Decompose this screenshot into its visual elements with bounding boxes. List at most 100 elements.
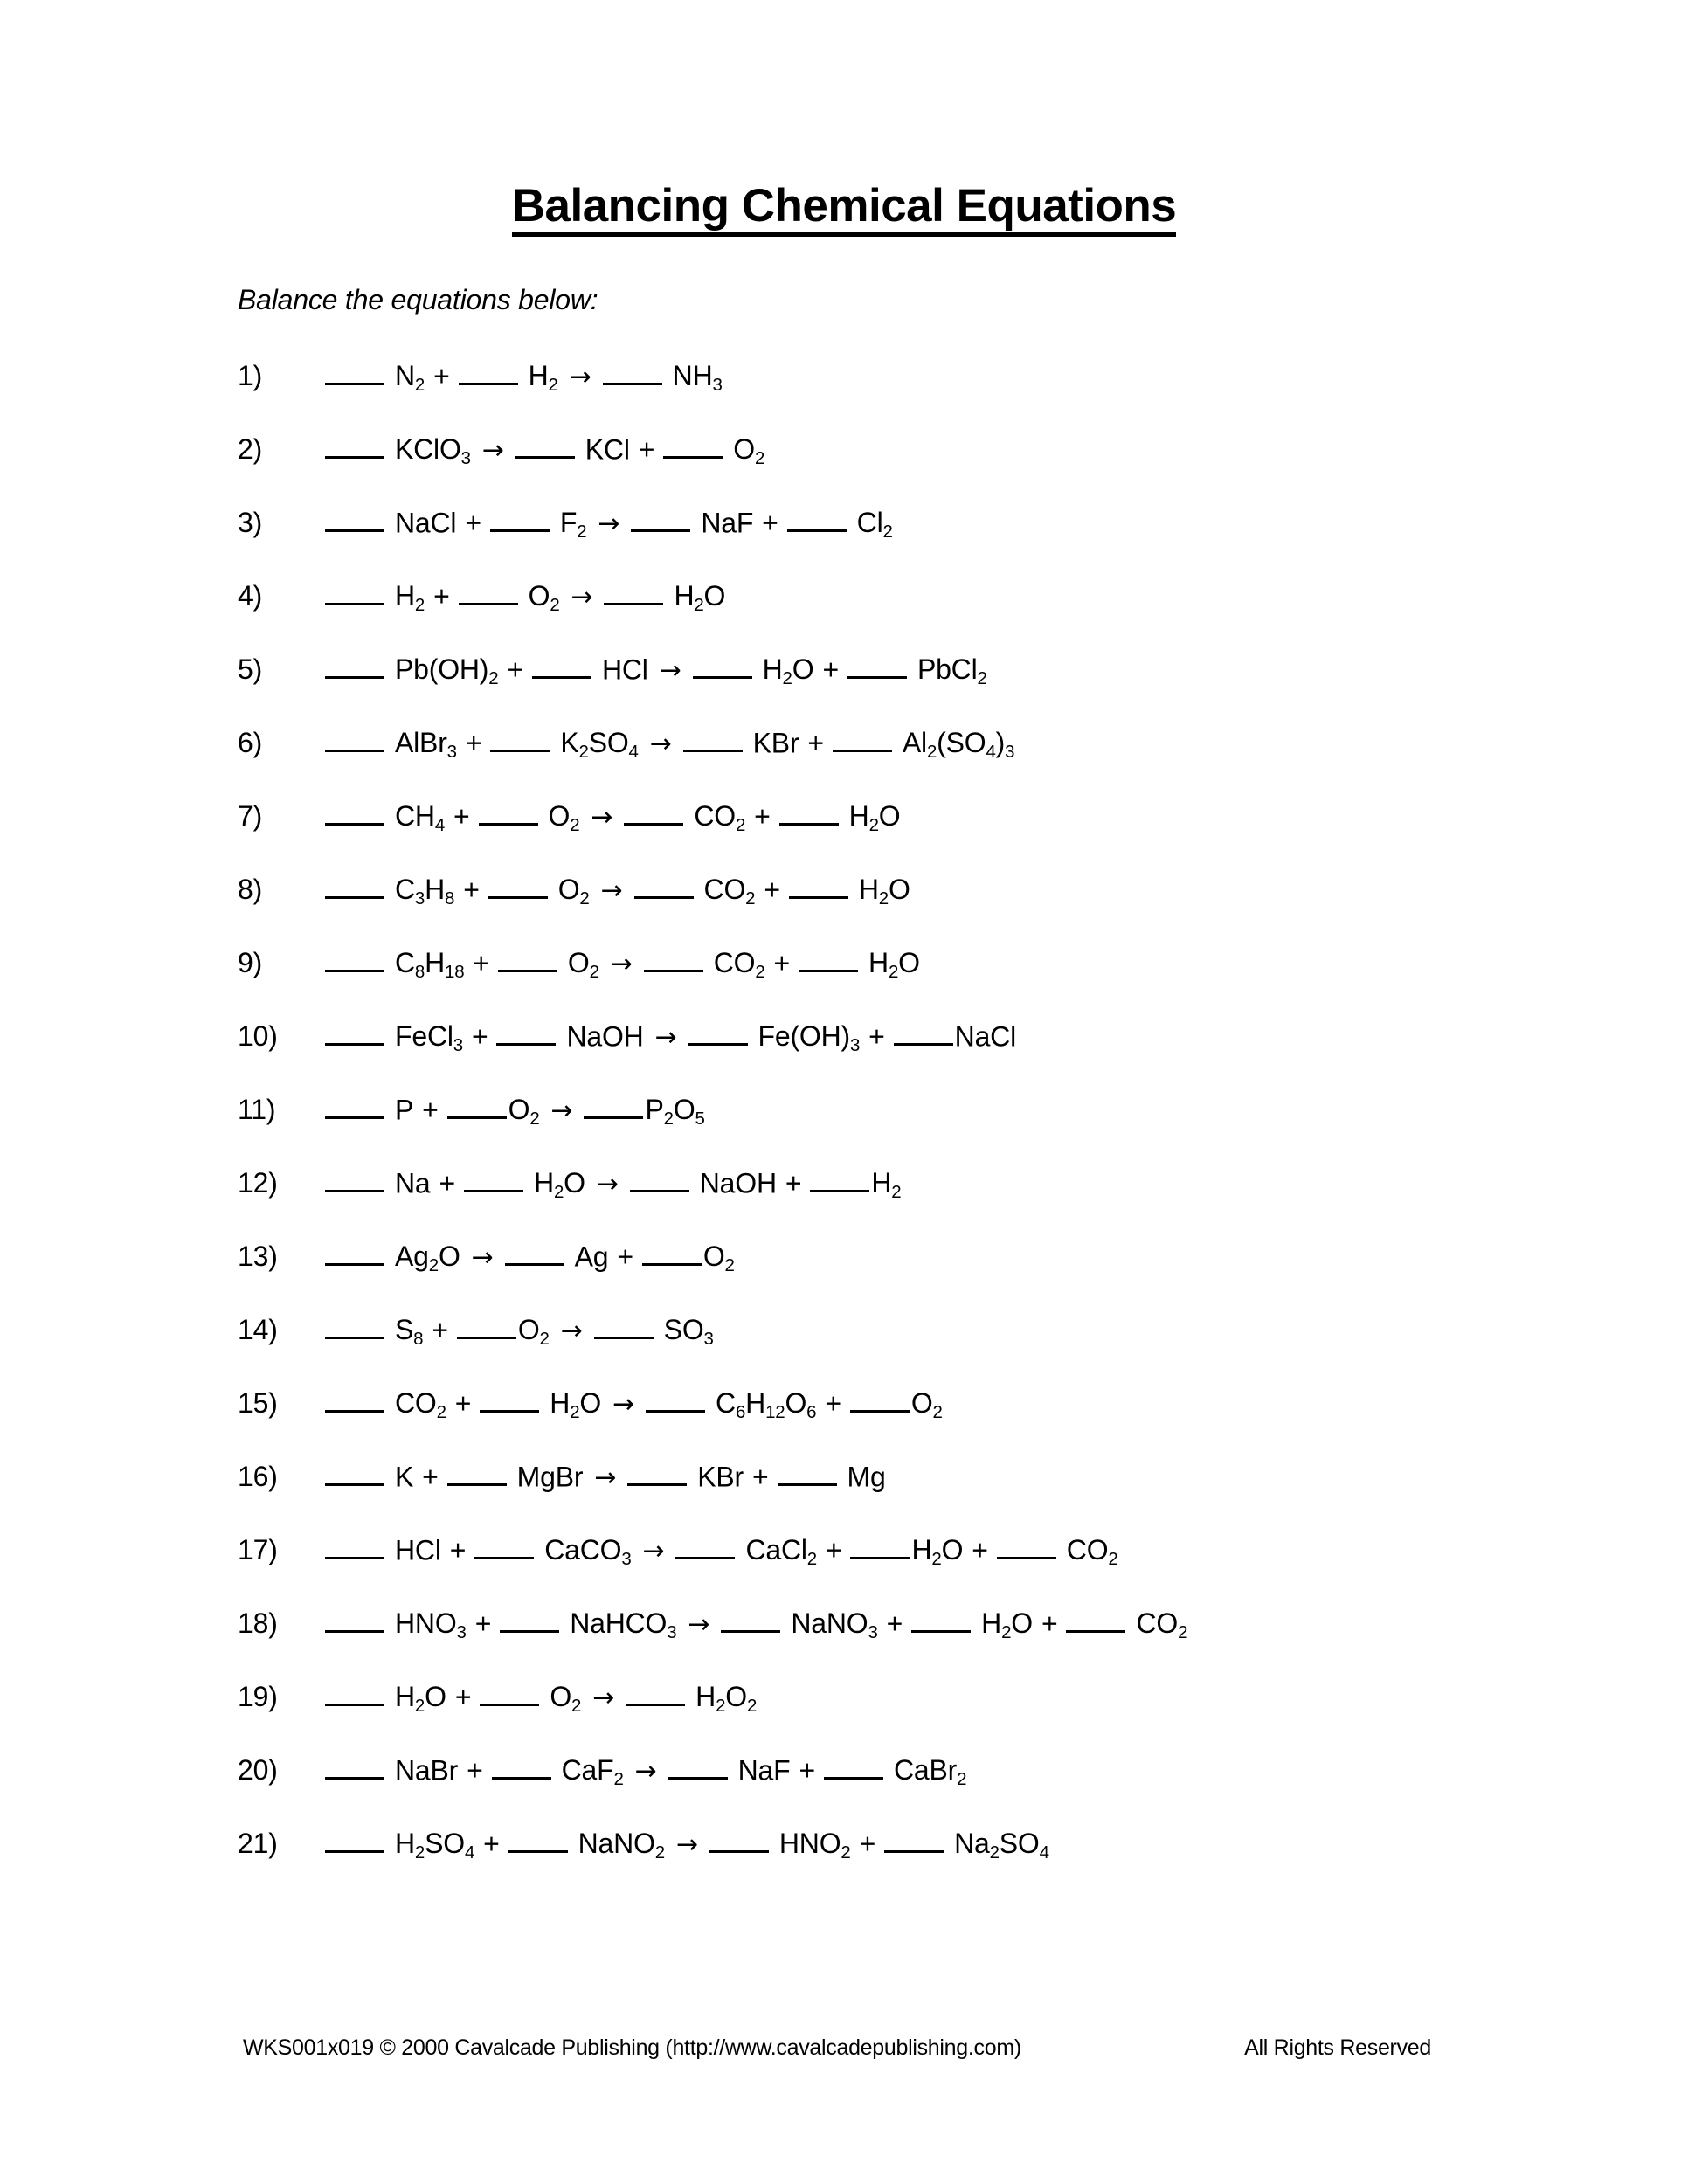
answer-blank[interactable]	[480, 1385, 540, 1413]
answer-blank[interactable]	[626, 1678, 686, 1707]
answer-blank[interactable]	[489, 504, 550, 533]
answer-blank[interactable]	[849, 1385, 910, 1413]
chemical-formula: Na2SO4	[954, 1828, 1049, 1863]
answer-blank[interactable]	[629, 1165, 689, 1193]
answer-blank[interactable]	[996, 1531, 1056, 1560]
answer-blank[interactable]	[456, 1311, 516, 1340]
answer-blank[interactable]	[491, 1752, 551, 1780]
answer-blank[interactable]	[446, 1091, 507, 1120]
answer-blank[interactable]	[584, 1091, 644, 1120]
answer-blank[interactable]	[325, 871, 384, 900]
answer-blank[interactable]	[474, 1531, 535, 1560]
answer-blank[interactable]	[325, 1458, 384, 1487]
answer-blank[interactable]	[631, 504, 691, 533]
answer-blank[interactable]	[810, 1165, 870, 1193]
answer-blank[interactable]	[633, 871, 694, 900]
answer-blank[interactable]	[496, 1018, 557, 1047]
equation-number: 3)	[238, 507, 263, 539]
answer-blank[interactable]	[627, 1458, 688, 1487]
chemical-formula: NaOH	[699, 1167, 777, 1199]
reaction-arrow-icon: →	[610, 949, 633, 980]
answer-blank[interactable]	[458, 357, 518, 386]
answer-blank[interactable]	[799, 944, 859, 973]
chemical-formula: H2O	[674, 580, 726, 615]
answer-blank[interactable]	[325, 1091, 384, 1120]
answer-blank[interactable]	[490, 724, 550, 753]
answer-blank[interactable]	[325, 431, 384, 460]
chemical-formula: HNO3	[395, 1607, 467, 1642]
chemical-formula: CO2	[1066, 1534, 1118, 1569]
answer-blank[interactable]	[778, 798, 839, 826]
answer-blank[interactable]	[325, 1018, 384, 1047]
chemical-formula: H2O	[911, 1534, 964, 1569]
answer-blank[interactable]	[325, 798, 384, 826]
chemical-formula: Mg	[847, 1461, 886, 1493]
equation-row: 1) N2 + H2 → NH3	[238, 357, 1601, 431]
answer-blank[interactable]	[884, 1825, 944, 1854]
answer-blank[interactable]	[675, 1531, 736, 1560]
answer-blank[interactable]	[602, 357, 662, 386]
chemical-formula: Cl2	[856, 507, 893, 542]
answer-blank[interactable]	[325, 504, 384, 533]
answer-blank[interactable]	[823, 1752, 883, 1780]
plus-sign: +	[807, 727, 824, 759]
answer-blank[interactable]	[646, 1385, 706, 1413]
answer-blank[interactable]	[531, 651, 591, 680]
answer-blank[interactable]	[832, 724, 892, 753]
answer-blank[interactable]	[624, 798, 684, 826]
answer-blank[interactable]	[464, 1165, 524, 1193]
answer-blank[interactable]	[721, 1605, 781, 1634]
answer-blank[interactable]	[515, 431, 575, 460]
answer-blank[interactable]	[325, 1165, 384, 1193]
plus-sign: +	[617, 1241, 633, 1273]
answer-blank[interactable]	[709, 1825, 769, 1854]
answer-blank[interactable]	[480, 1678, 540, 1707]
chemical-formula: O2	[508, 1094, 540, 1129]
chemical-formula: KCl	[585, 433, 630, 466]
answer-blank[interactable]	[688, 1018, 748, 1047]
plus-sign: +	[773, 947, 791, 979]
answer-blank[interactable]	[1066, 1605, 1126, 1634]
answer-blank[interactable]	[668, 1752, 728, 1780]
answer-blank[interactable]	[788, 871, 848, 900]
answer-blank[interactable]	[458, 577, 518, 606]
answer-blank[interactable]	[500, 1605, 560, 1634]
answer-blank[interactable]	[508, 1825, 568, 1854]
answer-blank[interactable]	[325, 1752, 384, 1780]
answer-blank[interactable]	[682, 724, 743, 753]
plus-sign: +	[752, 1461, 769, 1493]
answer-blank[interactable]	[325, 944, 384, 973]
answer-blank[interactable]	[911, 1605, 972, 1634]
equation-row: 14) S8 + O2 → SO3	[238, 1311, 1601, 1385]
chemical-formula: H2O2	[695, 1681, 758, 1716]
equation-expression: CO2 + H2O → C6H12O6 + O2	[325, 1385, 1601, 1420]
answer-blank[interactable]	[325, 1678, 384, 1707]
answer-blank[interactable]	[641, 1238, 702, 1267]
answer-blank[interactable]	[325, 357, 384, 386]
answer-blank[interactable]	[325, 577, 384, 606]
answer-blank[interactable]	[593, 1311, 654, 1340]
answer-blank[interactable]	[663, 431, 723, 460]
answer-blank[interactable]	[325, 1311, 384, 1340]
answer-blank[interactable]	[488, 871, 548, 900]
answer-blank[interactable]	[497, 944, 557, 973]
answer-blank[interactable]	[325, 724, 384, 753]
answer-blank[interactable]	[446, 1458, 507, 1487]
answer-blank[interactable]	[847, 651, 907, 680]
answer-blank[interactable]	[786, 504, 847, 533]
answer-blank[interactable]	[604, 577, 664, 606]
answer-blank[interactable]	[325, 1825, 384, 1854]
answer-blank[interactable]	[643, 944, 703, 973]
answer-blank[interactable]	[692, 651, 752, 680]
answer-blank[interactable]	[325, 1531, 384, 1560]
answer-blank[interactable]	[325, 1385, 384, 1413]
answer-blank[interactable]	[504, 1238, 564, 1267]
answer-blank[interactable]	[850, 1531, 910, 1560]
chemical-formula: H2	[871, 1167, 902, 1202]
answer-blank[interactable]	[325, 1605, 384, 1634]
answer-blank[interactable]	[325, 1238, 384, 1267]
answer-blank[interactable]	[478, 798, 538, 826]
answer-blank[interactable]	[777, 1458, 837, 1487]
answer-blank[interactable]	[893, 1018, 953, 1047]
answer-blank[interactable]	[325, 651, 384, 680]
